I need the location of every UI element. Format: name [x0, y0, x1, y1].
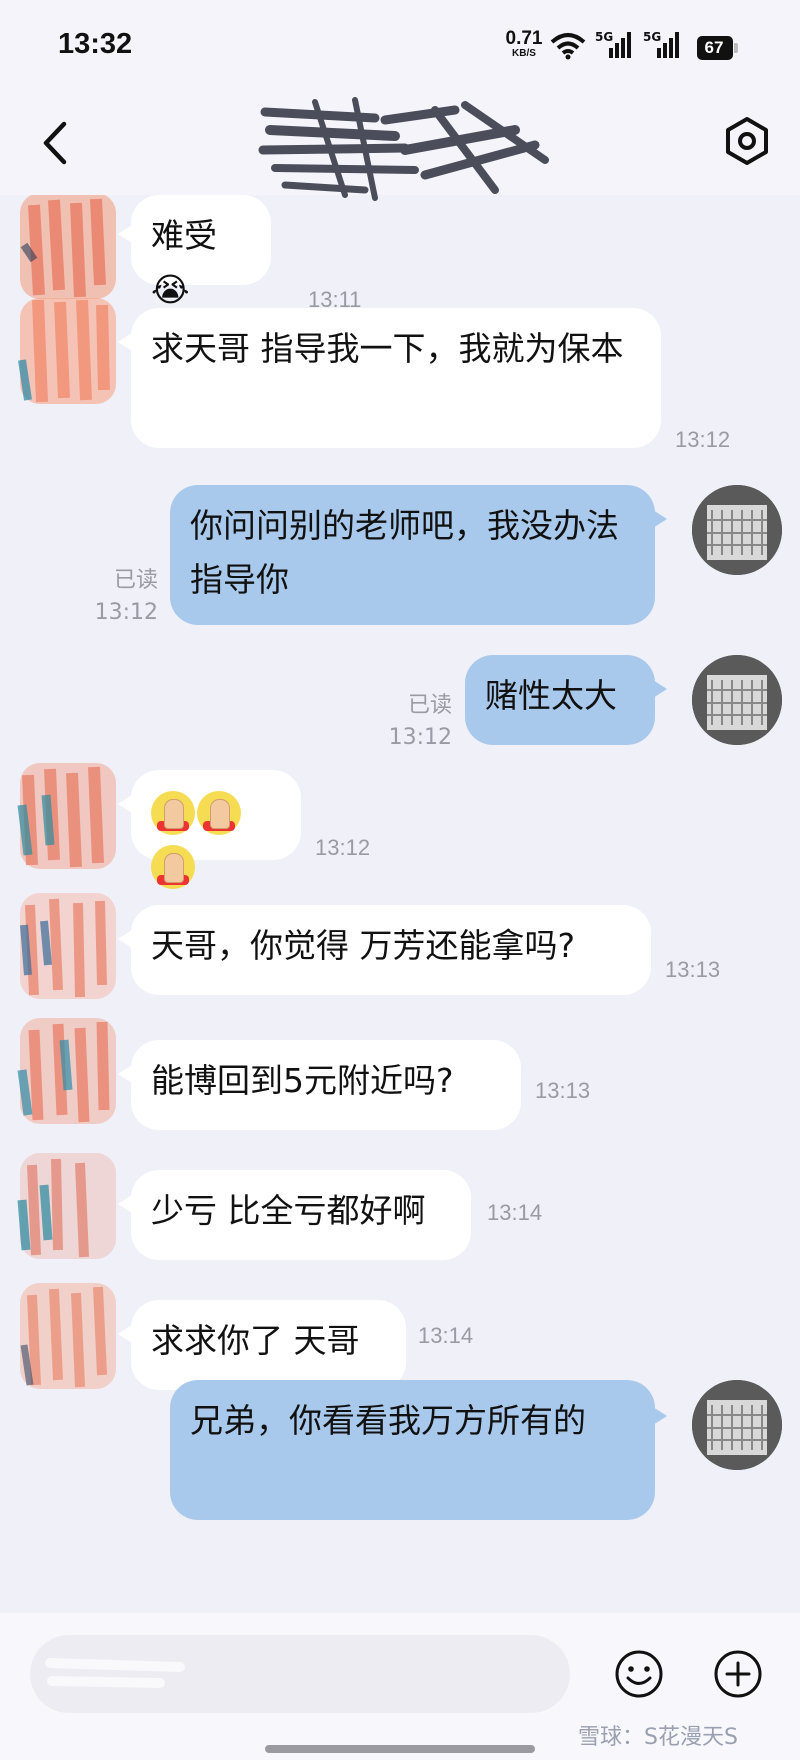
avatar[interactable]: [692, 1380, 782, 1470]
message-text: 少亏 比全亏都好啊: [151, 1191, 426, 1230]
network-speed-unit: KB/S: [512, 48, 536, 59]
avatar[interactable]: [692, 655, 782, 745]
message-timestamp: 13:12: [675, 427, 731, 452]
outgoing-message[interactable]: 兄弟，你看看我万方所有的: [170, 1380, 655, 1520]
avatar[interactable]: [14, 755, 122, 877]
incoming-message[interactable]: [131, 770, 301, 889]
smiley-icon[interactable]: [614, 1649, 664, 1699]
message-timestamp: 13:14: [418, 1323, 474, 1348]
message-timestamp: 13:12: [388, 725, 452, 750]
message-timestamp: 13:14: [487, 1200, 543, 1225]
watermark: 雪球：S花漫天S: [578, 1725, 738, 1750]
signal-bars-icon: [657, 32, 679, 58]
avatar[interactable]: [692, 485, 782, 575]
message-text: 兄弟，你看看我万方所有的: [190, 1401, 586, 1440]
clock: 13:32: [58, 28, 133, 60]
message-input[interactable]: [30, 1635, 570, 1713]
incoming-message[interactable]: 能博回到5元附近吗?: [131, 1040, 521, 1130]
incoming-message[interactable]: 天哥，你觉得 万芳还能拿吗?: [131, 905, 651, 995]
message-timestamp: 13:12: [94, 600, 158, 625]
avatar-image: [692, 655, 782, 745]
wifi-icon: [550, 33, 586, 60]
avatar-image: [692, 1380, 782, 1470]
avatar[interactable]: [14, 1275, 122, 1397]
message-list[interactable]: 难受😭 13:11 求天哥 指导我一下，我就为保本 13:12 你问问别的老师吧…: [0, 195, 800, 1613]
praying-hands-emoji: [151, 784, 281, 892]
avatar[interactable]: [14, 290, 122, 412]
message-timestamp: 13:12: [315, 835, 371, 860]
outgoing-message[interactable]: 赌性太大: [465, 655, 655, 745]
settings-gear-icon[interactable]: [722, 116, 772, 166]
status-bar: 13:32 0.71 KB/S 5G 5G 67: [0, 0, 800, 90]
battery-icon: 67: [697, 36, 739, 60]
redacted-input-text: [45, 1658, 185, 1688]
message-text: 难受😭: [151, 216, 217, 309]
read-label: 已读: [407, 693, 452, 718]
praying-hands-icon: [151, 790, 195, 835]
read-status: 已读 13:12: [380, 690, 452, 754]
incoming-message[interactable]: 求求你了 天哥: [131, 1300, 406, 1390]
chevron-left-icon[interactable]: [36, 118, 76, 168]
input-bar: 雪球：S花漫天S: [0, 1613, 800, 1760]
plus-circle-icon[interactable]: [713, 1649, 763, 1699]
outgoing-message[interactable]: 你问问别的老师吧，我没办法指导你: [170, 485, 655, 625]
network-speed: 0.71 KB/S: [504, 28, 544, 60]
praying-hands-icon: [197, 790, 241, 835]
message-text: 你问问别的老师吧，我没办法指导你: [190, 506, 619, 599]
avatar[interactable]: [14, 1145, 122, 1267]
read-label: 已读: [113, 568, 158, 593]
avatar-image: [692, 485, 782, 575]
battery-level: 67: [704, 38, 724, 57]
network-speed-value: 0.71: [505, 28, 543, 49]
avatar[interactable]: [14, 1010, 122, 1132]
read-status: 已读 13:12: [90, 565, 158, 629]
home-indicator[interactable]: [265, 1745, 535, 1753]
message-text: 求天哥 指导我一下，我就为保本: [151, 329, 624, 368]
praying-hands-icon: [151, 844, 195, 889]
incoming-message[interactable]: 求天哥 指导我一下，我就为保本: [131, 308, 661, 448]
message-text: 能博回到5元附近吗?: [151, 1061, 454, 1100]
message-timestamp: 13:13: [665, 957, 721, 982]
incoming-message[interactable]: 难受😭: [131, 195, 271, 309]
redacted-title: [258, 97, 549, 201]
incoming-message[interactable]: 少亏 比全亏都好啊: [131, 1170, 471, 1260]
message-timestamp: 13:13: [535, 1078, 591, 1103]
message-text: 天哥，你觉得 万芳还能拿吗?: [151, 926, 576, 965]
message-text: 求求你了 天哥: [151, 1321, 360, 1360]
signal-bars-icon: [609, 32, 631, 58]
message-text: 赌性太大: [485, 676, 617, 715]
chat-header: [0, 90, 800, 201]
avatar[interactable]: [14, 885, 122, 1007]
